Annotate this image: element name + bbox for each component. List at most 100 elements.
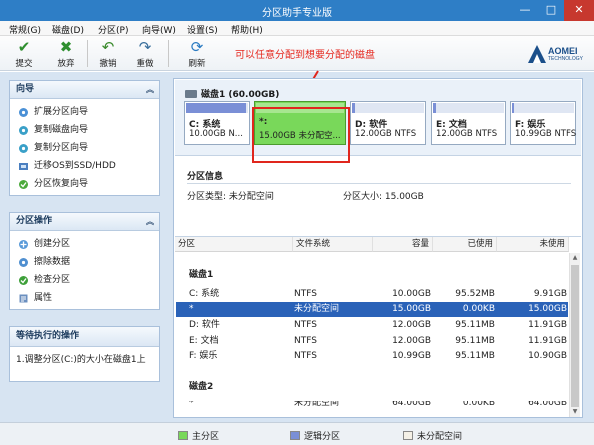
highlight-frame — [252, 107, 350, 163]
partition-block-f[interactable]: F: 娱乐 10.99GB NTFS — [510, 101, 576, 145]
legend-primary: 主分区 — [178, 429, 219, 442]
minimize-icon[interactable]: — — [512, 0, 538, 21]
cell-unused: 64.00GB — [528, 401, 567, 408]
pending-operation-item[interactable]: 1.调整分区(C:)的大小在磁盘1上 — [16, 351, 159, 369]
partition-block-c[interactable]: C: 系统 10.00GB N... — [184, 101, 250, 145]
apply-button-label: 提交 — [15, 59, 33, 69]
partition-recovery-wizard[interactable]: 分区恢复向导 — [18, 175, 159, 193]
create-partition-label: 创建分区 — [34, 239, 71, 249]
title-bar: 分区助手专业版 — □ ✕ — [0, 0, 594, 21]
table-row[interactable]: F: 娱乐 NTFS 10.99GB 95.11MB 10.90GB — [176, 349, 568, 364]
wizard-panel: 向导 ︽ 扩展分区向导 复制磁盘向导 复制分区向导 迁移OS到SSD/HDD 分… — [9, 80, 160, 196]
work-area: 向导 ︽ 扩展分区向导 复制磁盘向导 复制分区向导 迁移OS到SSD/HDD 分… — [0, 70, 594, 422]
discard-button[interactable]: ✖ 放弃 — [52, 38, 80, 70]
cell-unused: 9.91GB — [533, 289, 567, 299]
discard-button-label: 放弃 — [57, 59, 75, 69]
apply-button[interactable]: ✔ 提交 — [10, 38, 38, 70]
vertical-scrollbar[interactable]: ▲ ▼ — [569, 253, 580, 417]
menu-partition[interactable]: 分区(P) — [98, 23, 128, 36]
copy-disk-wizard[interactable]: 复制磁盘向导 — [18, 121, 159, 139]
menu-help[interactable]: 帮助(H) — [231, 23, 263, 36]
aomei-logo: AOMEI TECHNOLOGY — [526, 43, 586, 65]
collapse-icon[interactable]: ︽ — [146, 81, 154, 98]
cell-partition: * — [189, 304, 194, 314]
disk-label[interactable]: 磁盘1 (60.00GB) — [185, 87, 279, 100]
menu-wizard[interactable]: 向导(W) — [142, 23, 176, 36]
partition-block-d[interactable]: D: 软件 12.00GB NTFS — [350, 101, 426, 145]
annotation-hint: 可以任意分配到想要分配的磁盘 — [235, 50, 375, 61]
column-header-partition[interactable]: 分区 — [175, 237, 293, 252]
cell-used: 95.11MB — [455, 351, 495, 361]
partition-info: 分区信息 分区类型: 未分配空间 分区大小: 15.00GB — [175, 163, 581, 229]
column-header-used[interactable]: 已使用 — [433, 237, 497, 252]
cell-partition: C: 系统 — [189, 289, 220, 299]
migrate-os-label: 迁移OS到SSD/HDD — [34, 161, 116, 171]
partition-operations-panel: 分区操作 ︽ 创建分区 擦除数据 检查分区 属性 — [9, 212, 160, 310]
pending-operations-panel: 等待执行的操作 1.调整分区(C:)的大小在磁盘1上 — [9, 326, 160, 382]
maximize-icon[interactable]: □ — [538, 0, 564, 21]
cell-partition: E: 文档 — [189, 336, 219, 346]
table-row[interactable]: C: 系统 NTFS 10.00GB 95.52MB 9.91GB — [176, 287, 568, 302]
cell-capacity: 10.99GB — [392, 351, 431, 361]
column-header-unused[interactable]: 未使用 — [497, 237, 569, 252]
column-header-filesystem[interactable]: 文件系统 — [293, 237, 373, 252]
table-row[interactable]: * 未分配空间 64.00GB 0.00KB 64.00GB — [176, 401, 568, 409]
pending-panel-header: 等待执行的操作 — [10, 327, 159, 347]
cell-used: 95.11MB — [455, 320, 495, 330]
toolbar-separator — [87, 40, 88, 67]
wipe-data-label: 擦除数据 — [34, 257, 71, 267]
cell-filesystem: NTFS — [294, 320, 317, 330]
partition-size: 12.00GB NTFS — [436, 129, 498, 139]
refresh-button[interactable]: ⟳ 刷新 — [183, 38, 211, 70]
divider — [187, 183, 571, 184]
partition-size-info: 分区大小: 15.00GB — [343, 192, 424, 202]
redo-button[interactable]: ↷ 重做 — [131, 38, 159, 70]
table-row[interactable]: E: 文档 NTFS 12.00GB 95.11MB 11.91GB — [176, 334, 568, 349]
menu-general[interactable]: 常规(G) — [9, 23, 41, 36]
wizard-panel-header[interactable]: 向导 ︽ — [10, 81, 159, 99]
operations-panel-header[interactable]: 分区操作 ︽ — [10, 213, 159, 231]
wipe-data-action[interactable]: 擦除数据 — [18, 253, 159, 271]
create-partition-action[interactable]: 创建分区 — [18, 235, 159, 253]
table-row-selected[interactable]: * 未分配空间 15.00GB 0.00KB 15.00GB — [176, 302, 568, 317]
recovery-icon — [19, 180, 28, 189]
column-header-capacity[interactable]: 容量 — [373, 237, 433, 252]
scrollbar-thumb[interactable] — [571, 265, 579, 407]
logo-brand: AOMEI — [548, 46, 578, 56]
cell-capacity: 15.00GB — [392, 304, 431, 314]
migrate-os-wizard[interactable]: 迁移OS到SSD/HDD — [18, 157, 159, 175]
wizard-panel-title: 向导 — [16, 84, 35, 94]
partition-usage-fill — [352, 103, 355, 113]
cell-capacity: 64.00GB — [392, 401, 431, 408]
menu-bar: 常规(G) 磁盘(D) 分区(P) 向导(W) 设置(S) 帮助(H) — [0, 21, 594, 36]
redo-button-label: 重做 — [136, 59, 154, 69]
menu-settings[interactable]: 设置(S) — [187, 23, 218, 36]
refresh-icon: ⟳ — [190, 38, 204, 56]
properties-action[interactable]: 属性 — [18, 289, 159, 307]
cell-filesystem: NTFS — [294, 336, 317, 346]
extend-partition-icon — [19, 108, 28, 117]
copy-partition-wizard[interactable]: 复制分区向导 — [18, 139, 159, 157]
close-icon[interactable]: ✕ — [564, 0, 594, 21]
undo-button[interactable]: ↶ 撤销 — [94, 38, 122, 70]
status-bar: 主分区 逻辑分区 未分配空间 — [0, 422, 594, 445]
legend-unallocated: 未分配空间 — [403, 429, 462, 442]
extend-partition-wizard[interactable]: 扩展分区向导 — [18, 103, 159, 121]
cell-used: 0.00KB — [462, 304, 495, 314]
table-row[interactable]: D: 软件 NTFS 12.00GB 95.11MB 11.91GB — [176, 318, 568, 333]
legend-unallocated-label: 未分配空间 — [417, 432, 463, 442]
cell-used: 95.52MB — [455, 289, 495, 299]
disk-group-label: 磁盘2 — [189, 382, 214, 392]
toolbar: ✔ 提交 ✖ 放弃 ↶ 撤销 ↷ 重做 ⟳ 刷新 可以任意分配到想要分配的磁盘 … — [0, 36, 594, 71]
check-partition-label: 检查分区 — [34, 275, 71, 285]
disk-group-label: 磁盘1 — [189, 270, 214, 280]
check-partition-action[interactable]: 检查分区 — [18, 271, 159, 289]
menu-disk[interactable]: 磁盘(D) — [52, 23, 84, 36]
scroll-up-icon[interactable]: ▲ — [570, 253, 580, 263]
collapse-icon[interactable]: ︽ — [146, 213, 154, 230]
partition-block-e[interactable]: E: 文档 12.00GB NTFS — [431, 101, 506, 145]
cell-capacity: 10.00GB — [392, 289, 431, 299]
partition-usage-track — [352, 103, 424, 113]
pending-panel-title: 等待执行的操作 — [16, 331, 80, 341]
scroll-down-icon[interactable]: ▼ — [570, 407, 580, 417]
